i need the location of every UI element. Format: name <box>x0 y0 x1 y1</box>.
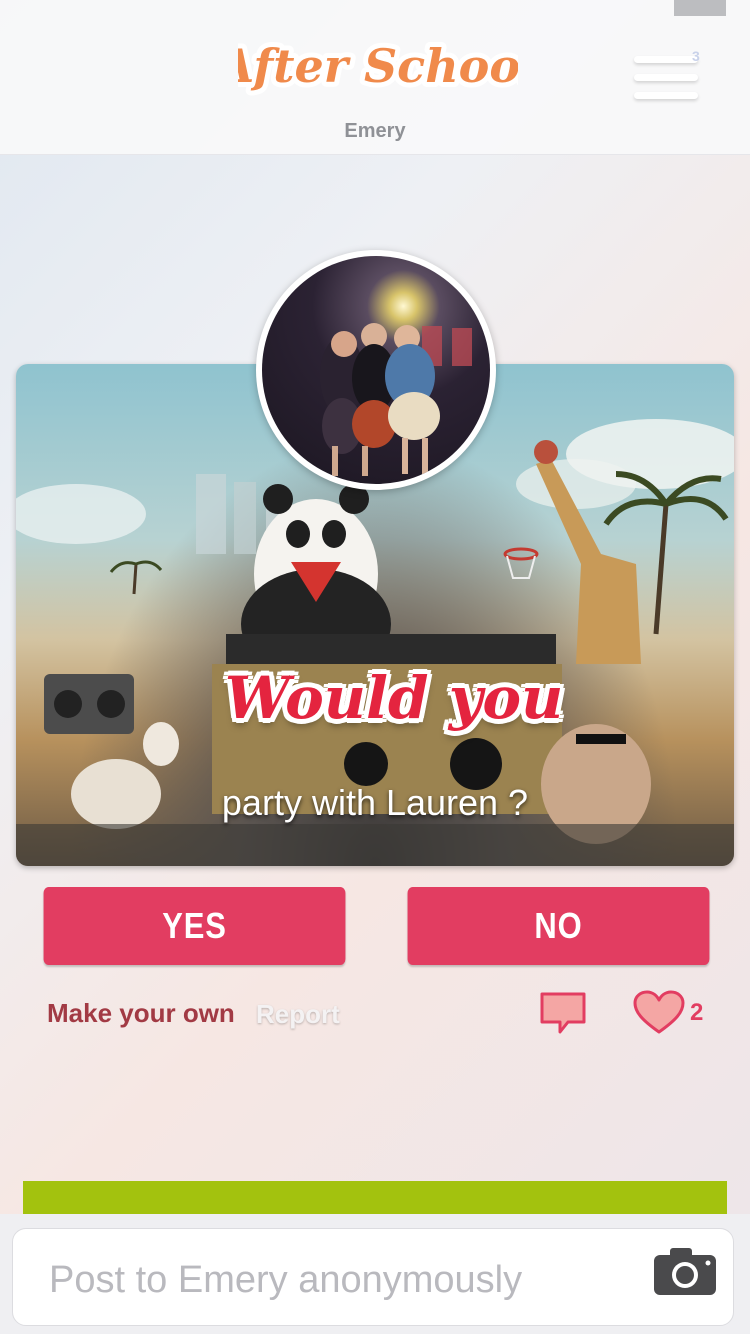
post-headline: Would you <box>224 664 564 732</box>
heart-icon[interactable] <box>632 990 686 1036</box>
status-bar-fragment <box>674 0 726 16</box>
post-question: party with Lauren ? <box>221 782 529 823</box>
logo-text: After School <box>238 39 518 93</box>
after-school-logo: After School After School <box>238 34 518 98</box>
menu-badge: 3 <box>692 48 700 64</box>
app-header: After School After School Emery 3 <box>0 0 750 155</box>
post-input[interactable]: Post to Emery anonymously <box>12 1228 734 1326</box>
menu-button[interactable] <box>632 50 700 110</box>
make-your-own-link[interactable]: Make your own <box>47 998 235 1029</box>
school-name: Emery <box>344 120 406 142</box>
group-photo-illustration <box>320 323 472 476</box>
comment-icon[interactable] <box>538 990 588 1036</box>
profile-photo <box>256 250 496 490</box>
yes-button[interactable]: YES <box>43 887 346 965</box>
post-composer: Post to Emery anonymously <box>0 1214 750 1334</box>
post-actions: Make your own Report 2 <box>0 990 750 1046</box>
camera-icon[interactable] <box>652 1245 718 1297</box>
like-count: 2 <box>690 999 704 1026</box>
no-button[interactable]: NO <box>407 887 710 965</box>
report-link[interactable]: Report <box>256 999 340 1030</box>
